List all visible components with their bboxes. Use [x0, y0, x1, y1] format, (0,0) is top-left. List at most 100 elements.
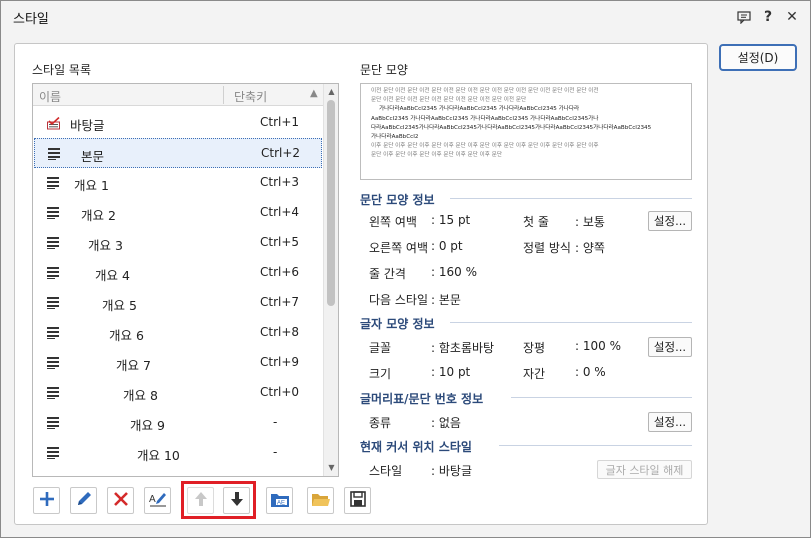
save-style-button[interactable] — [344, 487, 371, 514]
paragraph-style-icon — [47, 297, 60, 309]
window-title: 스타일 — [13, 12, 49, 27]
align-label: 정렬 방식 — [523, 241, 571, 255]
style-shortcut: Ctrl+9 — [260, 355, 300, 369]
style-name: 개요 3 — [88, 238, 123, 253]
preview-line: 가나다라AaBbCcI2345 가나다라AaBbCcI2345 가나다라AaBb… — [379, 106, 580, 113]
x-delete-icon — [112, 490, 130, 511]
highlight-box — [181, 481, 256, 519]
style-name: 개요 9 — [130, 418, 165, 433]
style-list-item[interactable]: 개요 5 Ctrl+7 — [34, 288, 322, 318]
style-list-item[interactable]: 개요 1 Ctrl+3 — [34, 168, 322, 198]
left-margin-value: : 15 pt — [431, 213, 471, 227]
style-list-item[interactable]: 개요 10 - — [34, 438, 322, 468]
style-shortcut: Ctrl+8 — [260, 325, 300, 339]
char-settings-button[interactable]: 설정... — [648, 337, 692, 357]
right-margin-value: : 0 pt — [431, 239, 463, 253]
bullet-kind-label: 종류 — [369, 416, 392, 430]
style-name: 개요 10 — [137, 448, 180, 463]
add-style-button[interactable] — [33, 487, 60, 514]
list-scrollbar[interactable]: ▲ ▼ — [323, 84, 338, 476]
style-shortcut: Ctrl+4 — [260, 205, 300, 219]
paragraph-style-icon — [47, 357, 60, 369]
bullet-info-title: 글머리표/문단 번호 정보 — [360, 392, 484, 406]
paragraph-style-icon — [48, 148, 61, 160]
style-list-item[interactable]: 개요 2 Ctrl+4 — [34, 198, 322, 228]
style-name: 개요 1 — [74, 178, 109, 193]
ratio-label: 장평 — [523, 341, 546, 355]
style-list-item[interactable]: 개요 9 - — [34, 408, 322, 438]
open-folder-button[interactable] — [307, 487, 334, 514]
settings-button[interactable]: 설정(D) — [719, 44, 797, 71]
paragraph-style-icon — [47, 207, 60, 219]
section-divider — [499, 445, 692, 446]
preview-label: 문단 모양 — [360, 63, 408, 77]
cursor-style-label: 스타일 — [369, 464, 403, 478]
help-button[interactable]: ? — [757, 6, 779, 28]
style-list-item[interactable]: 바탕글 Ctrl+1 — [34, 108, 322, 138]
style-list-item[interactable]: 개요 6 Ctrl+8 — [34, 318, 322, 348]
paragraph-style-icon — [47, 267, 60, 279]
column-divider — [223, 86, 224, 104]
bullet-kind-value: : 없음 — [431, 416, 461, 430]
ratio-value: : 100 % — [575, 339, 621, 353]
line-spacing-label: 줄 간격 — [369, 267, 406, 281]
style-shortcut: - — [273, 445, 278, 459]
list-header: 이름 단축키 ▲ — [33, 84, 323, 106]
preview-line: AaBbCcI2345 가나다라AaBbCcI2345 가나다라AaBbCcI2… — [371, 115, 599, 122]
font-value: : 함초롬바탕 — [431, 341, 495, 355]
scroll-up-arrow-icon[interactable]: ▲ — [326, 87, 337, 97]
para-settings-button[interactable]: 설정... — [648, 211, 692, 231]
import-style-button[interactable]: AE — [266, 487, 293, 514]
folder-style-icon: AE — [270, 491, 290, 511]
line-spacing-value: : 160 % — [431, 265, 477, 279]
paragraph-style-icon — [47, 237, 60, 249]
align-value: : 양쪽 — [575, 241, 605, 255]
style-shortcut-button[interactable]: A — [144, 487, 171, 514]
style-name: 개요 7 — [116, 358, 151, 373]
paragraph-style-icon — [47, 417, 60, 429]
style-shortcut: Ctrl+7 — [260, 295, 300, 309]
next-style-label: 다음 스타일 — [369, 293, 429, 307]
pencil-icon — [75, 490, 93, 511]
preview-line: 이전 문단 이전 문단 이전 문단 이전 문단 이전 문단 이전 문단 이전 문… — [371, 88, 599, 94]
style-list-item-selected[interactable]: 본문 Ctrl+2 — [34, 138, 322, 168]
edit-style-button[interactable] — [70, 487, 97, 514]
clear-char-style-button[interactable]: 글자 스타일 해제 — [597, 460, 692, 479]
bullet-settings-button[interactable]: 설정... — [648, 412, 692, 432]
right-margin-label: 오른쪽 여백 — [369, 241, 429, 255]
next-style-value: : 본문 — [431, 293, 461, 307]
comment-icon[interactable] — [733, 6, 755, 28]
scroll-thumb[interactable] — [327, 100, 335, 306]
paragraph-style-icon — [47, 387, 60, 399]
paragraph-style-icon — [47, 327, 60, 339]
delete-style-button[interactable] — [107, 487, 134, 514]
spacing-value: : 0 % — [575, 365, 606, 379]
style-shortcut: Ctrl+0 — [260, 385, 300, 399]
paragraph-preview: 이전 문단 이전 문단 이전 문단 이전 문단 이전 문단 이전 문단 이전 문… — [360, 83, 692, 180]
style-list-item[interactable]: 개요 3 Ctrl+5 — [34, 228, 322, 258]
style-name: 바탕글 — [70, 118, 105, 133]
style-shortcut: Ctrl+3 — [260, 175, 300, 189]
text-pen-icon: A — [148, 490, 168, 511]
preview-line: 가나다라AaBbCcI2 — [371, 134, 419, 141]
close-button[interactable]: ✕ — [781, 6, 803, 28]
style-list[interactable]: 이름 단축키 ▲ ▲ ▼ 바탕글 Ctrl+1 본문 Ctrl+2 개요 1 C… — [32, 83, 339, 477]
spacing-label: 자간 — [523, 367, 546, 381]
scroll-down-arrow-icon[interactable]: ▼ — [326, 463, 337, 473]
style-name: 본문 — [81, 149, 105, 164]
para-info-title: 문단 모양 정보 — [360, 193, 435, 207]
style-shortcut: Ctrl+1 — [260, 115, 300, 129]
folder-icon — [311, 491, 331, 511]
svg-text:A: A — [149, 494, 156, 505]
style-name: 개요 6 — [109, 328, 144, 343]
style-list-item[interactable]: 개요 7 Ctrl+9 — [34, 348, 322, 378]
column-header-name[interactable]: 이름 — [39, 88, 61, 105]
style-shortcut: Ctrl+5 — [260, 235, 300, 249]
style-list-item[interactable]: 개요 8 Ctrl+0 — [34, 378, 322, 408]
style-shortcut: - — [273, 415, 278, 429]
style-shortcut: Ctrl+6 — [260, 265, 300, 279]
style-name: 개요 4 — [95, 268, 130, 283]
column-header-shortcut[interactable]: 단축키 — [234, 88, 267, 105]
style-list-item[interactable]: 개요 4 Ctrl+6 — [34, 258, 322, 288]
cursor-style-value: : 바탕글 — [431, 464, 472, 478]
